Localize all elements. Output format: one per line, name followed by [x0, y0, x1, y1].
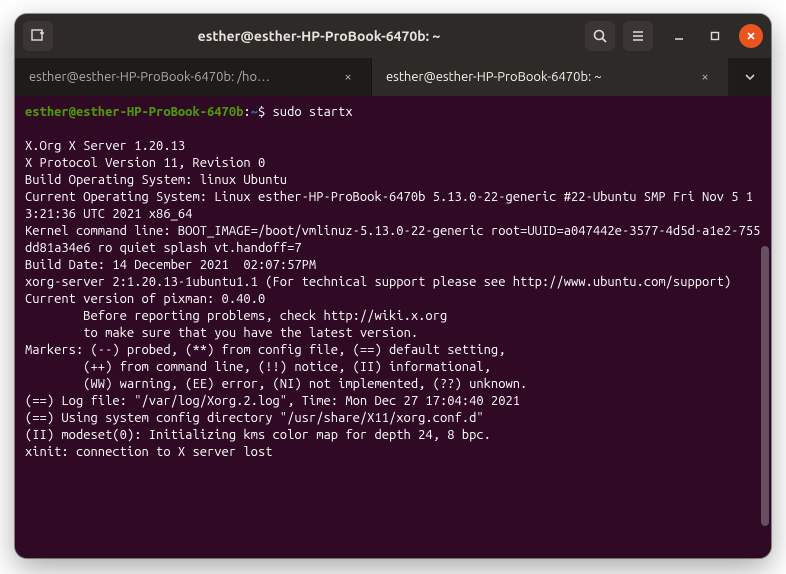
- close-button[interactable]: [739, 24, 763, 48]
- new-tab-icon: [30, 28, 46, 44]
- search-button[interactable]: [585, 21, 615, 51]
- scrollbar-thumb[interactable]: [761, 246, 769, 526]
- prompt-line: esther@esther-HP-ProBook-6470b:~$ sudo s…: [25, 104, 761, 121]
- close-icon: [746, 31, 756, 41]
- search-icon: [592, 28, 608, 44]
- prompt-path: ~: [251, 105, 258, 119]
- tab-label: esther@esther-HP-ProBook-6470b: ~: [386, 70, 688, 84]
- tab-close-icon[interactable]: ×: [339, 70, 357, 84]
- titlebar: esther@esther-HP-ProBook-6470b: ~: [15, 14, 771, 58]
- tab-label: esther@esther-HP-ProBook-6470b: /ho…: [29, 70, 331, 84]
- window-title: esther@esther-HP-ProBook-6470b: ~: [61, 28, 577, 44]
- terminal-window: esther@esther-HP-ProBook-6470b: ~ esther…: [15, 14, 771, 558]
- hamburger-icon: [630, 28, 646, 44]
- minimize-icon: [674, 31, 684, 41]
- window-controls: [667, 24, 763, 48]
- tab-dropdown-button[interactable]: [729, 58, 771, 96]
- prompt-dollar: $: [258, 105, 273, 119]
- prompt-sep: :: [243, 105, 250, 119]
- tab-0[interactable]: esther@esther-HP-ProBook-6470b: /ho… ×: [15, 58, 372, 96]
- tab-1[interactable]: esther@esther-HP-ProBook-6470b: ~ ×: [372, 58, 729, 96]
- maximize-button[interactable]: [703, 24, 727, 48]
- tab-close-icon[interactable]: ×: [696, 70, 714, 84]
- prompt-user-host: esther@esther-HP-ProBook-6470b: [25, 105, 243, 119]
- chevron-down-icon: [744, 71, 756, 83]
- menu-button[interactable]: [623, 21, 653, 51]
- maximize-icon: [710, 31, 720, 41]
- terminal-output: X.Org X Server 1.20.13 X Protocol Versio…: [25, 121, 761, 461]
- new-tab-button[interactable]: [23, 21, 53, 51]
- prompt-command: sudo startx: [273, 105, 353, 119]
- tabbar: esther@esther-HP-ProBook-6470b: /ho… × e…: [15, 58, 771, 96]
- minimize-button[interactable]: [667, 24, 691, 48]
- terminal-body[interactable]: esther@esther-HP-ProBook-6470b:~$ sudo s…: [15, 96, 771, 558]
